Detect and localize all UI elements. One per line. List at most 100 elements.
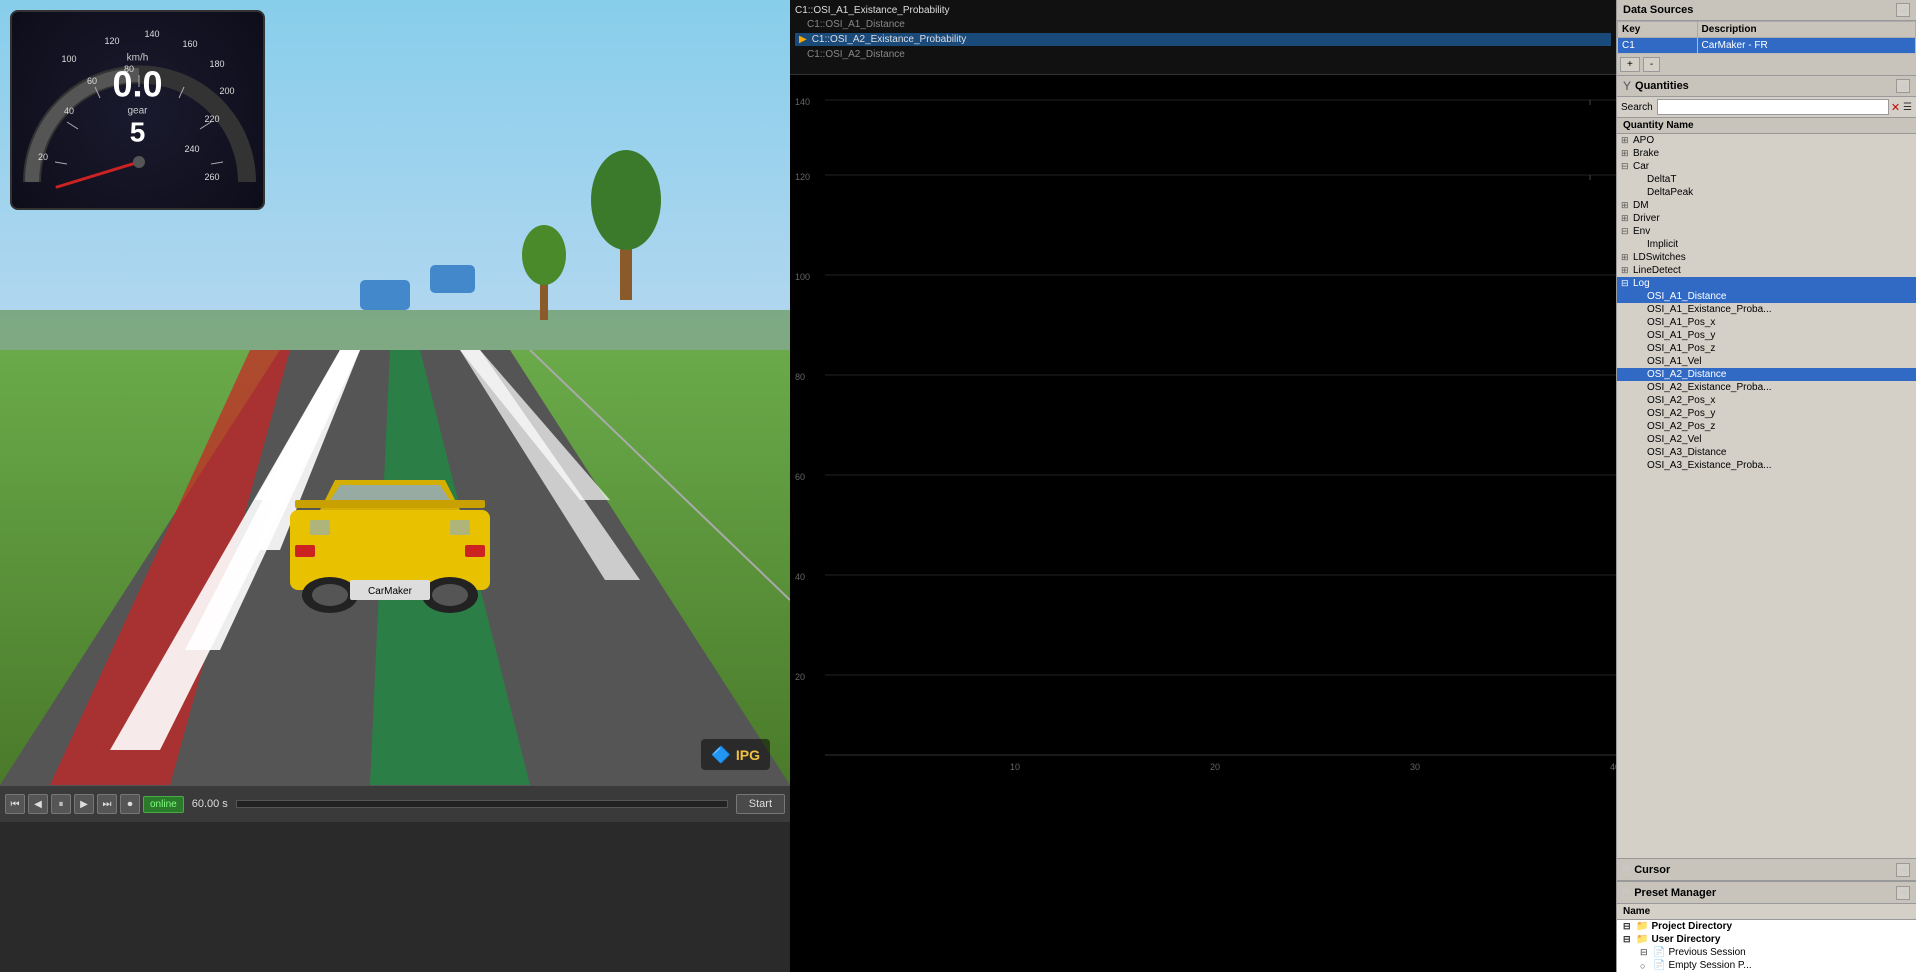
dir-item-empty-session[interactable]: ○ 📄 Empty Session P... [1617,959,1916,972]
tree-item-car[interactable]: ⊟Car [1617,160,1916,173]
tree-item-linedetect[interactable]: ⊞LineDetect [1617,264,1916,277]
preset-title: Preset Manager [1634,887,1716,899]
tree-item-osi-a1-dist[interactable]: OSI_A1_Distance [1617,290,1916,303]
sim-area: CarMaker [0,0,790,972]
dir-item-project[interactable]: ⊟ 📁 Project Directory [1617,920,1916,933]
quantities-expand-btn[interactable]: ◀ [1896,79,1910,93]
play-button[interactable]: ▶ [74,794,94,814]
cursor-header[interactable]: 🖱 Cursor ◀ [1617,859,1916,881]
svg-text:120: 120 [104,36,119,46]
dir-toggle-user: ⊟ [1623,934,1633,945]
tree-item-dm[interactable]: ⊞DM [1617,199,1916,212]
tree-item-osi-a3-exist[interactable]: OSI_A3_Existance_Proba... [1617,459,1916,472]
speedometer: 40 20 60 80 100 120 140 160 180 200 220 … [10,10,265,210]
tree-item-osi-a1-posx[interactable]: OSI_A1_Pos_x [1617,316,1916,329]
svg-text:10: 10 [1010,762,1020,772]
quantities-title: Quantities [1635,80,1689,92]
chart-area: C1::OSI_A1_Existance_Probability C1::OSI… [790,0,1616,972]
dir-item-user[interactable]: ⊟ 📁 User Directory [1617,933,1916,946]
speed-unit-label: km/h [112,52,162,63]
preset-header[interactable]: 🖱 Preset Manager ◀ [1617,882,1916,904]
svg-text:200: 200 [219,86,234,96]
tree-toggle-dm: ⊞ [1621,200,1631,211]
time-display: 60.00 s [192,798,228,810]
tree-item-osi-a2-exist[interactable]: OSI_A2_Existance_Proba... [1617,381,1916,394]
svg-text:30: 30 [1410,762,1420,772]
cursor-icon: 🖱 [1623,862,1630,877]
tree-item-brake[interactable]: ⊞Brake [1617,147,1916,160]
dir-icon-prev: 📄 [1653,947,1665,958]
signal-item-2: C1::OSI_A1_Distance [795,19,1611,30]
data-sources-expand-btn[interactable]: ◀ [1896,3,1910,17]
dir-item-prev-session[interactable]: ⊟ 📄 Previous Session [1617,946,1916,959]
tree-item-deltapeak[interactable]: DeltaPeak [1617,186,1916,199]
tree-item-osi-a2-vel[interactable]: OSI_A2_Vel [1617,433,1916,446]
tree-item-osi-a2-dist[interactable]: OSI_A2_Distance [1617,368,1916,381]
tree-item-ldswitches[interactable]: ⊞LDSwitches [1617,251,1916,264]
tree-item-osi-a2-posz[interactable]: OSI_A2_Pos_z [1617,420,1916,433]
search-options-button[interactable]: ☰ [1903,102,1912,113]
tree-item-osi-a2-posy[interactable]: OSI_A2_Pos_y [1617,407,1916,420]
gear-label: gear [112,105,162,116]
data-sources-table: Key Description C1 CarMaker - FR [1617,21,1916,54]
tree-item-driver[interactable]: ⊞Driver [1617,212,1916,225]
quantities-icon: Y [1623,79,1631,93]
quantities-section: Y Quantities ◀ Search ✕ ☰ Quantity Name … [1617,76,1916,858]
tree-item-deltat[interactable]: DeltaT [1617,173,1916,186]
search-clear-button[interactable]: ✕ [1891,101,1900,114]
progress-bar[interactable] [236,800,728,808]
ds-buttons: + - [1617,54,1916,75]
svg-text:240: 240 [184,144,199,154]
svg-text:40: 40 [1610,762,1616,772]
quantities-header[interactable]: Y Quantities ◀ [1617,76,1916,97]
record-button[interactable]: ⏺ [120,794,140,814]
search-input[interactable] [1657,99,1889,115]
dir-icon-empty: 📄 [1653,960,1665,971]
tree-toggle-car: ⊟ [1621,161,1631,172]
tree-item-osi-a1-exist[interactable]: OSI_A1_Existance_Proba... [1617,303,1916,316]
tree-item-osi-a1-posz[interactable]: OSI_A1_Pos_z [1617,342,1916,355]
tree-item-env[interactable]: ⊟Env [1617,225,1916,238]
signal-1-name: C1::OSI_A1_Existance_Probability [795,5,950,16]
qty-col-header: Quantity Name [1617,118,1916,134]
preset-expand-btn[interactable]: ◀ [1896,886,1910,900]
svg-text:CarMaker: CarMaker [368,586,413,597]
svg-text:260: 260 [204,172,219,182]
speed-display: 0.0 [112,63,162,105]
start-button[interactable]: Start [736,794,785,814]
tree-item-osi-a2-posx[interactable]: OSI_A2_Pos_x [1617,394,1916,407]
tree-item-implicit[interactable]: Implicit [1617,238,1916,251]
step-back-button[interactable]: ◀ [28,794,48,814]
signal-2-name: C1::OSI_A1_Distance [807,19,905,30]
preset-section: 🖱 Preset Manager ◀ Name ⊟ 📁 Project Dire… [1617,881,1916,972]
signal-3-name: C1::OSI_A2_Existance_Probability [812,34,967,45]
ds-col-key: Key [1618,22,1698,38]
right-panel: Data Sources ◀ Key Description C1 CarMak… [1616,0,1916,972]
svg-text:160: 160 [182,39,197,49]
tree-toggle-env: ⊟ [1621,226,1631,237]
signal-item-3: ▶ C1::OSI_A2_Existance_Probability [795,33,1611,46]
svg-text:20: 20 [795,672,805,682]
ds-row-1[interactable]: C1 CarMaker - FR [1618,38,1916,54]
rewind-button[interactable]: ⏮ [5,794,25,814]
cursor-section: 🖱 Cursor ◀ [1617,858,1916,881]
tree-item-apo[interactable]: ⊞APO [1617,134,1916,147]
chart-grid: 140 120 100 80 60 40 20 1 [790,75,1616,972]
forward-button[interactable]: ⏭ [97,794,117,814]
tree-item-osi-a3-dist[interactable]: OSI_A3_Distance [1617,446,1916,459]
search-row: Search ✕ ☰ [1617,97,1916,118]
data-sources-header[interactable]: Data Sources ◀ [1617,0,1916,21]
dir-toggle-empty: ○ [1640,961,1650,971]
tree-item-log[interactable]: ⊟Log [1617,277,1916,290]
dir-label-prev: Previous Session [1668,947,1745,958]
tree-item-osi-a1-vel[interactable]: OSI_A1_Vel [1617,355,1916,368]
tree-item-osi-a1-posy[interactable]: OSI_A1_Pos_y [1617,329,1916,342]
tree-toggle-lds: ⊞ [1621,252,1631,263]
dir-icon-user: 📁 [1636,934,1648,945]
qty-tree: ⊞APO ⊞Brake ⊟Car DeltaT DeltaPeak ⊞DM [1617,134,1916,858]
ds-add-button[interactable]: + [1620,57,1640,72]
cursor-expand-btn[interactable]: ◀ [1896,863,1910,877]
ds-remove-button[interactable]: - [1643,57,1660,72]
dir-toggle-prev: ⊟ [1640,947,1650,958]
pause-button[interactable]: ⏸ [51,794,71,814]
